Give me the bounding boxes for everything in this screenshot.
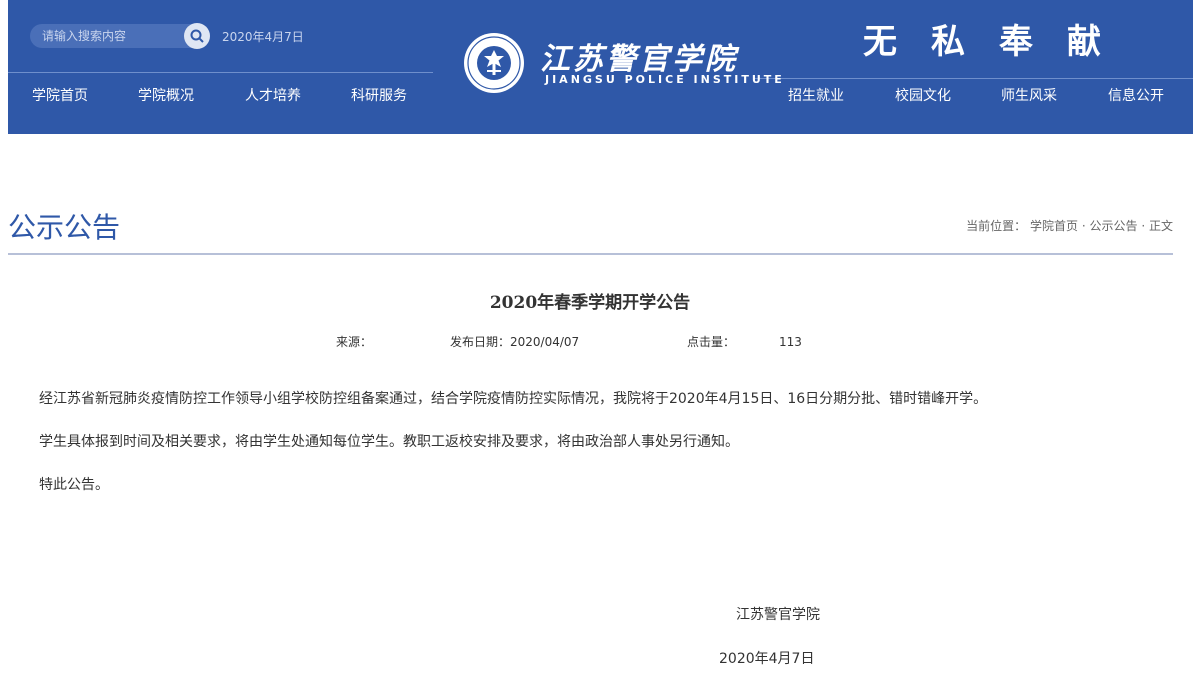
breadcrumb-separator: · <box>1141 219 1146 233</box>
breadcrumb-current: 正文 <box>1148 219 1173 233</box>
article-paragraph: 学生具体报到时间及相关要求，将由学生处通知每位学生。教职工返校安排及要求，将由政… <box>39 434 739 450</box>
article-title: 2020年春季学期开学公告 <box>489 293 691 313</box>
nav-divider-right <box>754 78 1193 79</box>
section-title: 公示公告 <box>8 211 121 244</box>
nav-item-people[interactable]: 师生风采 <box>1001 85 1057 105</box>
breadcrumb-home[interactable]: 学院首页 <box>1030 219 1078 233</box>
meta-hits-value: 113 <box>779 335 802 349</box>
search-icon <box>190 29 204 43</box>
logo-chinese-name: 江苏警官学院 <box>540 42 738 77</box>
nav-item-campus-culture[interactable]: 校园文化 <box>895 85 951 105</box>
meta-hits-label: 点击量： <box>687 335 736 349</box>
college-emblem-icon <box>464 33 524 93</box>
nav-item-talent[interactable]: 人才培养 <box>245 85 301 105</box>
search-button[interactable] <box>184 23 210 49</box>
search-box <box>30 23 210 49</box>
nav-item-info-disclosure[interactable]: 信息公开 <box>1108 85 1164 105</box>
article-sign-date: 2020年4月7日 <box>719 651 815 667</box>
nav-item-overview[interactable]: 学院概况 <box>138 85 194 105</box>
header-date: 2020年4月7日 <box>222 30 304 44</box>
search-input[interactable] <box>42 27 182 45</box>
breadcrumb-notices[interactable]: 公示公告 <box>1089 219 1137 233</box>
meta-hits: 点击量： 113 <box>687 333 802 350</box>
meta-source: 来源： <box>336 333 372 350</box>
section-divider <box>8 253 1173 255</box>
logo-english-name: JIANGSU POLICE INSTITUTE <box>545 73 785 86</box>
nav-divider-left <box>8 72 433 73</box>
meta-source-label: 来源： <box>336 335 373 349</box>
article-signature: 江苏警官学院 <box>736 607 820 623</box>
site-header: 2020年4月7日 学院首页 学院概况 人才培养 科研服务 招生就业 校园文化 … <box>8 0 1193 134</box>
breadcrumb-separator: · <box>1081 219 1086 233</box>
article-paragraph: 经江苏省新冠肺炎疫情防控工作领导小组学校防控组备案通过，结合学院疫情防控实际情况… <box>39 391 988 407</box>
nav-item-home[interactable]: 学院首页 <box>32 85 88 105</box>
slogan: 无私奉献 <box>863 22 1135 62</box>
nav-item-admission[interactable]: 招生就业 <box>788 85 844 105</box>
breadcrumb: 当前位置： 学院首页 · 公示公告 · 正文 <box>966 217 1173 234</box>
meta-publish-date: 发布日期：2020/04/07 <box>450 335 580 349</box>
article-paragraph: 特此公告。 <box>39 477 109 493</box>
breadcrumb-prefix: 当前位置： <box>966 219 1027 233</box>
nav-item-research[interactable]: 科研服务 <box>351 85 407 105</box>
